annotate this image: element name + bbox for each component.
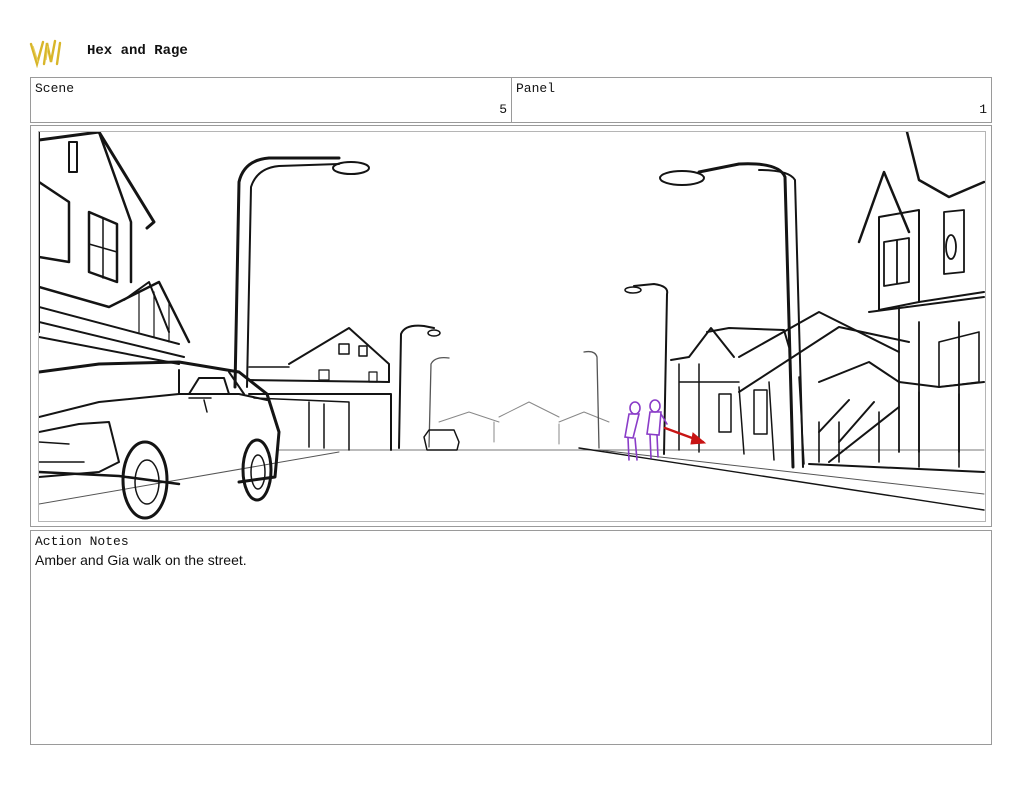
action-notes-box: Action Notes Amber and Gia walk on the s… — [30, 530, 992, 745]
scene-panel-row: Scene 5 Panel 1 — [30, 77, 992, 123]
action-notes-text: Amber and Gia walk on the street. — [35, 552, 247, 568]
vm-logo-icon — [29, 39, 62, 68]
storyboard-panel — [30, 125, 992, 527]
panel-number: 1 — [979, 102, 987, 117]
characters — [624, 399, 668, 461]
panel-label: Panel — [516, 81, 556, 96]
panel-cell: Panel 1 — [512, 78, 991, 122]
scene-label: Scene — [35, 81, 75, 96]
scene-number: 5 — [499, 102, 507, 117]
street-sketch — [39, 132, 985, 520]
storyboard-image — [38, 131, 986, 522]
scene-cell: Scene 5 — [31, 78, 512, 122]
project-title: Hex and Rage — [87, 43, 188, 59]
action-notes-label: Action Notes — [35, 534, 129, 549]
